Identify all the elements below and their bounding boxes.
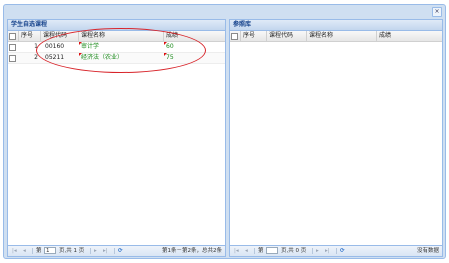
pagination-toolbar: |◂ ◂ 第 页,共 0 页 ▸ ▸| ⟳ 没有数据 bbox=[230, 245, 442, 256]
column-header-index[interactable]: 序号 bbox=[241, 31, 267, 41]
select-all-checkbox[interactable] bbox=[9, 33, 16, 40]
page-count-label: 页,共 1 页 bbox=[59, 248, 85, 254]
table-row[interactable]: 1 00160 审计学 60 bbox=[8, 42, 225, 53]
prev-page-icon[interactable]: ◂ bbox=[23, 246, 26, 256]
first-page-icon[interactable]: |◂ bbox=[12, 246, 17, 256]
divider bbox=[90, 248, 91, 254]
close-button[interactable]: × bbox=[432, 7, 442, 17]
column-header-score[interactable]: 成绩 bbox=[377, 31, 443, 41]
column-header-code[interactable]: 课程代码 bbox=[41, 31, 79, 41]
course-name[interactable]: 经济法（农业） bbox=[79, 53, 164, 63]
table-row[interactable]: 2 05211 经济法（农业） 75 bbox=[8, 53, 225, 64]
column-header-code[interactable]: 课程代码 bbox=[267, 31, 307, 41]
page-prefix-label: 第 bbox=[36, 248, 42, 254]
grid-header: 序号 课程代码 课程名称 成绩 bbox=[8, 31, 225, 42]
select-all-cell[interactable] bbox=[230, 31, 241, 41]
next-page-icon[interactable]: ▸ bbox=[94, 246, 97, 256]
course-code: 05211 bbox=[45, 54, 65, 61]
page-number-input[interactable] bbox=[266, 247, 278, 254]
column-header-name[interactable]: 课程名称 bbox=[307, 31, 377, 41]
select-all-cell[interactable] bbox=[8, 31, 19, 41]
panel-title: 参照库 bbox=[230, 20, 442, 31]
column-header-index[interactable]: 序号 bbox=[19, 31, 41, 41]
divider bbox=[312, 248, 313, 254]
page-count-label: 页,共 0 页 bbox=[281, 248, 307, 254]
divider bbox=[336, 248, 337, 254]
column-header-name[interactable]: 课程名称 bbox=[79, 31, 164, 41]
dialog-window: × 学生自选课程 序号 课程代码 课程名称 成绩 1 00160 审计学 60 … bbox=[3, 4, 446, 259]
course-code: 00160 bbox=[45, 43, 65, 50]
refresh-icon[interactable]: ⟳ bbox=[118, 246, 123, 256]
row-checkbox-cell[interactable] bbox=[8, 53, 19, 63]
course-name[interactable]: 审计学 bbox=[79, 42, 164, 52]
row-index: 2 bbox=[34, 54, 38, 61]
pagination-toolbar: |◂ ◂ 第 1 页,共 1 页 ▸ ▸| ⟳ 第1条－第2条，总共2条 bbox=[8, 245, 225, 256]
select-all-checkbox[interactable] bbox=[231, 33, 238, 40]
course-score[interactable]: 60 bbox=[164, 42, 204, 52]
divider bbox=[114, 248, 115, 254]
divider bbox=[32, 248, 33, 254]
page-prefix-label: 第 bbox=[258, 248, 264, 254]
record-range-label: 第1条－第2条，总共2条 bbox=[162, 248, 222, 254]
grid-header: 序号 课程代码 课程名称 成绩 bbox=[230, 31, 442, 42]
next-page-icon[interactable]: ▸ bbox=[316, 246, 319, 256]
row-checkbox[interactable] bbox=[9, 44, 16, 51]
selected-courses-panel: 学生自选课程 序号 课程代码 课程名称 成绩 1 00160 审计学 60 2 … bbox=[7, 19, 226, 257]
prev-page-icon[interactable]: ◂ bbox=[245, 246, 248, 256]
no-data-label: 没有数据 bbox=[416, 248, 439, 254]
refresh-icon[interactable]: ⟳ bbox=[340, 246, 345, 256]
page-number-input[interactable]: 1 bbox=[44, 247, 56, 254]
column-header-score[interactable]: 成绩 bbox=[164, 31, 226, 41]
row-checkbox-cell[interactable] bbox=[8, 42, 19, 52]
divider bbox=[254, 248, 255, 254]
panel-title: 学生自选课程 bbox=[8, 20, 225, 31]
last-page-icon[interactable]: ▸| bbox=[103, 246, 108, 256]
course-score[interactable]: 75 bbox=[164, 53, 204, 63]
row-checkbox[interactable] bbox=[9, 55, 16, 62]
last-page-icon[interactable]: ▸| bbox=[325, 246, 330, 256]
reference-library-panel: 参照库 序号 课程代码 课程名称 成绩 |◂ ◂ 第 页,共 0 页 ▸ ▸| … bbox=[229, 19, 443, 257]
first-page-icon[interactable]: |◂ bbox=[234, 246, 239, 256]
row-index: 1 bbox=[34, 43, 38, 50]
